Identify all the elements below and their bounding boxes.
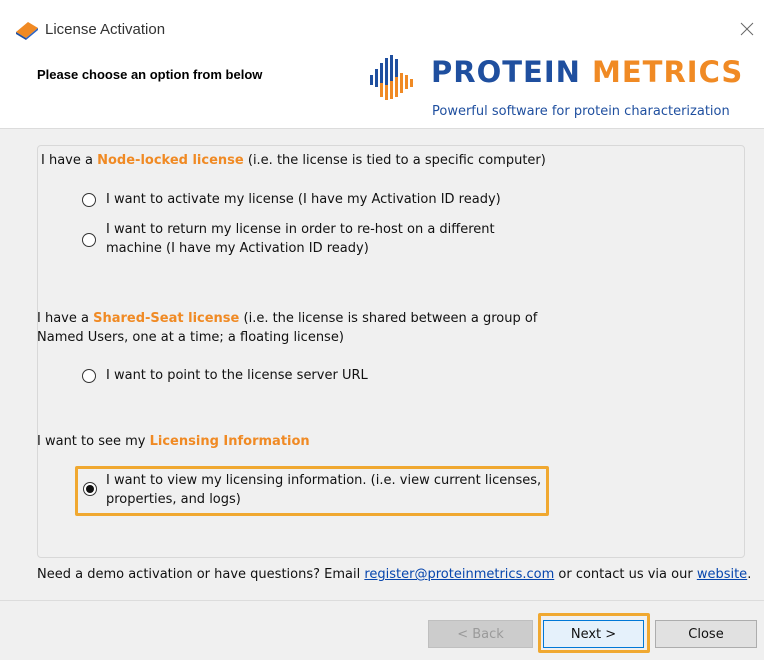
return-license-label-line1[interactable]: I want to return my license in order to … <box>106 220 495 239</box>
close-button[interactable]: Close <box>655 620 757 648</box>
next-button[interactable]: Next > <box>543 620 644 648</box>
license-server-radio[interactable] <box>82 369 96 383</box>
activate-license-radio[interactable] <box>82 193 96 207</box>
shared-seat-prefix: I have a <box>37 311 94 326</box>
help-text: Need a demo activation or have questions… <box>37 567 751 582</box>
brand-tagline: Powerful software for protein characteri… <box>432 104 730 119</box>
node-locked-heading: I have a Node-locked license (i.e. the l… <box>41 151 546 170</box>
help-text-part2: or contact us via our <box>554 567 697 582</box>
help-text-part1: Need a demo activation or have questions… <box>37 567 365 582</box>
title-bar: License Activation <box>0 0 764 50</box>
help-text-period: . <box>747 567 752 582</box>
app-logo-icon <box>16 22 38 40</box>
return-license-label-line2[interactable]: machine (I have my Activation ID ready) <box>106 239 369 258</box>
wizard-header: Please choose an option from below PROTE… <box>0 50 764 129</box>
protein-metrics-logo-icon <box>370 55 413 100</box>
return-license-radio[interactable] <box>82 233 96 247</box>
licensing-info-prefix: I want to see my <box>37 434 150 449</box>
shared-seat-heading: I have a Shared-Seat license (i.e. the l… <box>37 309 537 328</box>
brand-wordmark: PROTEIN METRICS <box>431 55 743 89</box>
brand-word-protein: PROTEIN <box>431 55 581 89</box>
node-locked-suffix: (i.e. the license is tied to a specific … <box>243 153 546 168</box>
brand-word-metrics: METRICS <box>592 55 744 89</box>
license-server-label[interactable]: I want to point to the license server UR… <box>106 366 368 385</box>
website-link[interactable]: website <box>697 567 747 582</box>
view-licensing-info-label-line2[interactable]: properties, and logs) <box>106 490 241 509</box>
view-licensing-info-radio[interactable] <box>83 482 97 496</box>
activate-license-label[interactable]: I want to activate my license (I have my… <box>106 190 501 209</box>
shared-seat-highlight: Shared-Seat license <box>93 311 240 326</box>
window-title: License Activation <box>45 21 166 38</box>
register-email-link[interactable]: register@proteinmetrics.com <box>364 567 554 582</box>
back-button[interactable]: < Back <box>428 620 533 648</box>
licensing-info-highlight: Licensing Information <box>149 434 310 449</box>
wizard-subtitle: Please choose an option from below <box>37 67 263 82</box>
node-locked-prefix: I have a <box>41 153 98 168</box>
licensing-info-heading: I want to see my Licensing Information <box>37 432 310 451</box>
node-locked-highlight: Node-locked license <box>97 153 244 168</box>
view-licensing-info-label-line1[interactable]: I want to view my licensing information.… <box>106 471 541 490</box>
close-window-icon[interactable] <box>738 20 756 38</box>
shared-seat-heading-line2: Named Users, one at a time; a floating l… <box>37 330 344 345</box>
shared-seat-suffix: (i.e. the license is shared between a gr… <box>239 311 538 326</box>
